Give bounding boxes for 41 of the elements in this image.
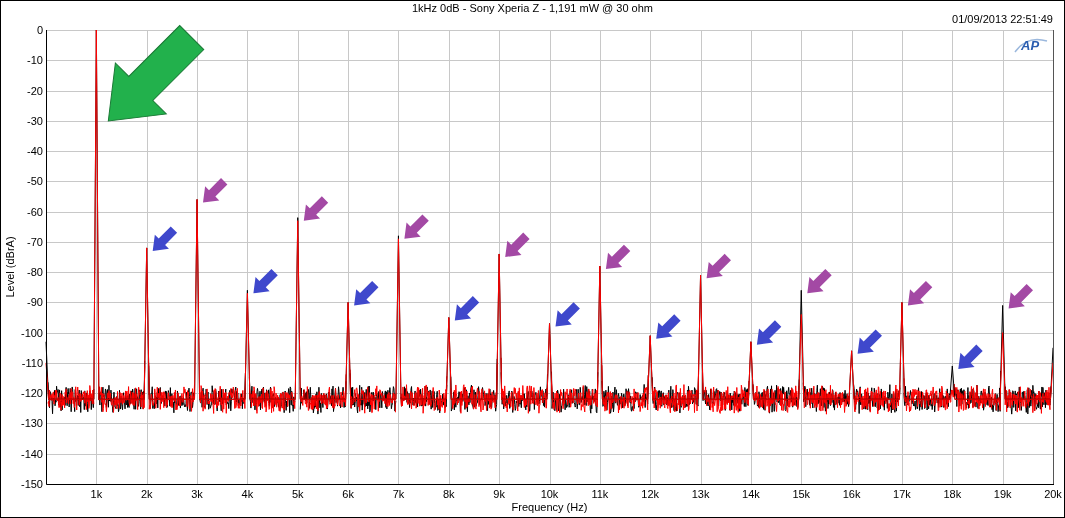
chart-title: 1kHz 0dB - Sony Xperia Z - 1,191 mW @ 30 ohm (411, 2, 653, 14)
axis-tick-label: 14k (742, 488, 760, 500)
axis-tick-label: 4k (241, 488, 254, 500)
axis-tick-label: 8k (443, 488, 455, 500)
axis-tick-label: -20 (27, 84, 43, 97)
axis-tick-label: 15k (792, 488, 811, 500)
axis-tick-label: -40 (27, 145, 43, 158)
timestamp: 01/09/2013 22:51:49 (952, 14, 1053, 24)
axis-tick-label: -140 (20, 447, 43, 460)
axis-tick-label: -100 (20, 326, 43, 339)
axis-tick-label: 16k (842, 488, 861, 500)
axis-tick-label: 17k (893, 488, 911, 500)
axis-tick-label: -120 (20, 387, 43, 400)
axis-tick-label: -90 (27, 296, 43, 309)
axis-tick-label: -60 (27, 205, 43, 218)
axis-tick-label: -110 (21, 356, 43, 369)
axis-tick-label: 6k (342, 488, 354, 500)
axis-tick-label: -70 (27, 235, 43, 248)
axis-tick-label: 11k (591, 488, 609, 500)
axis-tick-label: 0 (36, 24, 43, 36)
axis-tick-label: -80 (27, 266, 43, 279)
axis-tick-label: 12k (641, 488, 660, 500)
axis-tick-label: -10 (27, 54, 43, 67)
axis-tick-label: 9k (493, 488, 505, 500)
axis-tick-label: 19k (993, 488, 1012, 500)
axis-tick-label: -130 (20, 417, 43, 430)
axis-tick-label: -30 (27, 114, 43, 127)
axis-tick-label: 5k (291, 488, 304, 500)
axis-tick-label: -50 (27, 175, 43, 188)
axis-tick-label: 13k (691, 488, 710, 500)
axis-tick-label: 1k (90, 488, 103, 500)
axis-tick-label: 18k (943, 488, 962, 500)
logo: AP (1014, 38, 1048, 53)
axis-title: Frequency (Hz) (511, 501, 588, 513)
axis-tick-label: 20k (1044, 488, 1062, 500)
axis-tick-label: -150 (20, 478, 43, 490)
axis-title: Level (dBrA) (4, 236, 16, 298)
axis-tick-label: 3k (191, 488, 203, 500)
axis-tick-label: 7k (392, 488, 405, 500)
axis-tick-label: 10k (540, 488, 559, 500)
axis-tick-label: 2k (140, 488, 153, 500)
